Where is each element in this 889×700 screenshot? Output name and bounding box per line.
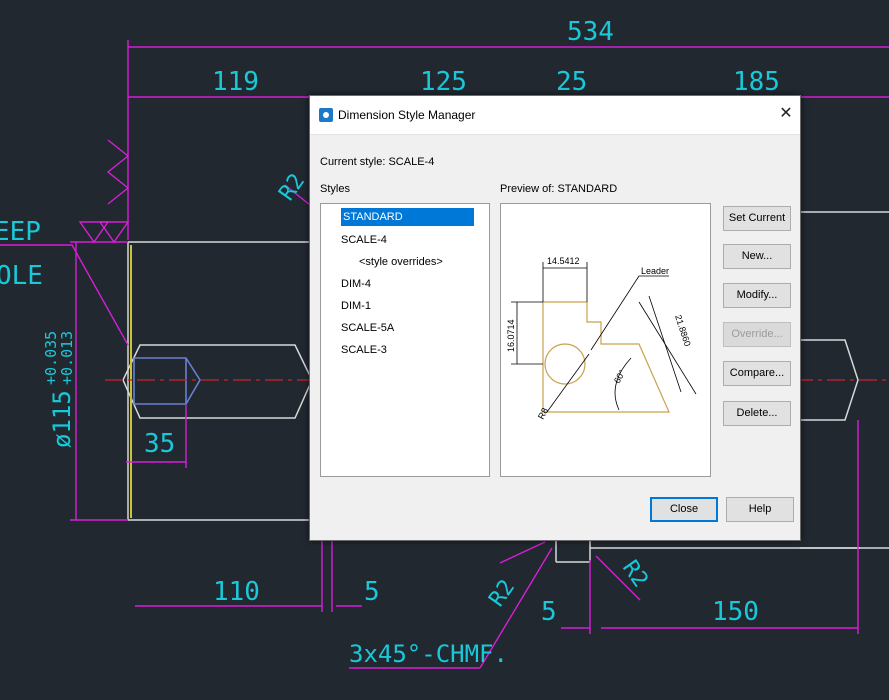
dim-119: 119 [212,67,259,97]
preview-label: Preview of: STANDARD [500,183,618,195]
dim-185: 185 [733,67,780,97]
dimension-style-manager-dialog: Dimension Style Manager ✕ Current style:… [309,95,801,541]
list-item-standard[interactable]: STANDARD [341,208,474,226]
preview-dim-left: 16.0714 [506,319,516,352]
app-icon [319,108,333,122]
deep-note: EEP [0,217,41,247]
hole-feature [133,357,201,405]
dim-110: 110 [213,577,260,607]
tolerance-lower: +0.013 [58,331,76,385]
diameter-115: ø115 [48,390,76,448]
chamfer-note: 3x45°-CHMF. [349,640,508,668]
list-item-dim-1[interactable]: DIM-1 [341,297,371,315]
list-item-scale-4[interactable]: SCALE-4 [341,231,387,249]
hole-note: OLE [0,261,43,291]
close-icon[interactable]: ✕ [776,104,796,124]
list-item-scale-3[interactable]: SCALE-3 [341,341,387,359]
dim-125: 125 [420,67,467,97]
current-style-label: Current style: SCALE-4 [320,156,435,168]
compare-button[interactable]: Compare... [723,361,791,386]
preview-radius: R8 [536,406,550,421]
dialog-titlebar[interactable]: Dimension Style Manager ✕ [310,96,800,135]
list-item-style-overrides[interactable]: <style overrides> [359,253,443,271]
dim-35: 35 [144,429,175,459]
override-button[interactable]: Override... [723,322,791,347]
radius-r2-left: R2 [484,575,520,611]
radius-r2-right: R2 [617,556,653,592]
preview-angle: 60° [612,368,627,385]
preview-dim-top: 14.5412 [547,256,580,266]
help-button[interactable]: Help [726,497,794,522]
dim-overall-534: 534 [567,17,614,47]
preview-drawing: 14.5412 Leader 16.0714 21.8860 60° R8 [506,256,697,421]
style-preview-pane: 14.5412 Leader 16.0714 21.8860 60° R8 [500,203,711,477]
dim-25: 25 [556,67,587,97]
preview-dim-diag: 21.8860 [673,314,693,348]
dim-5-left: 5 [364,577,380,607]
dialog-title: Dimension Style Manager [338,108,476,122]
list-item-scale-5a[interactable]: SCALE-5A [341,319,394,337]
list-item-dim-4[interactable]: DIM-4 [341,275,371,293]
preview-leader: Leader [641,266,669,276]
new-button[interactable]: New... [723,244,791,269]
dim-150: 150 [712,597,759,627]
close-button[interactable]: Close [650,497,718,522]
modify-button[interactable]: Modify... [723,283,791,308]
styles-label: Styles [320,183,350,195]
set-current-button[interactable]: Set Current [723,206,791,231]
styles-list[interactable]: STANDARD SCALE-4 <style overrides> DIM-4… [320,203,490,477]
dim-5-bottom: 5 [541,597,557,627]
delete-button[interactable]: Delete... [723,401,791,426]
